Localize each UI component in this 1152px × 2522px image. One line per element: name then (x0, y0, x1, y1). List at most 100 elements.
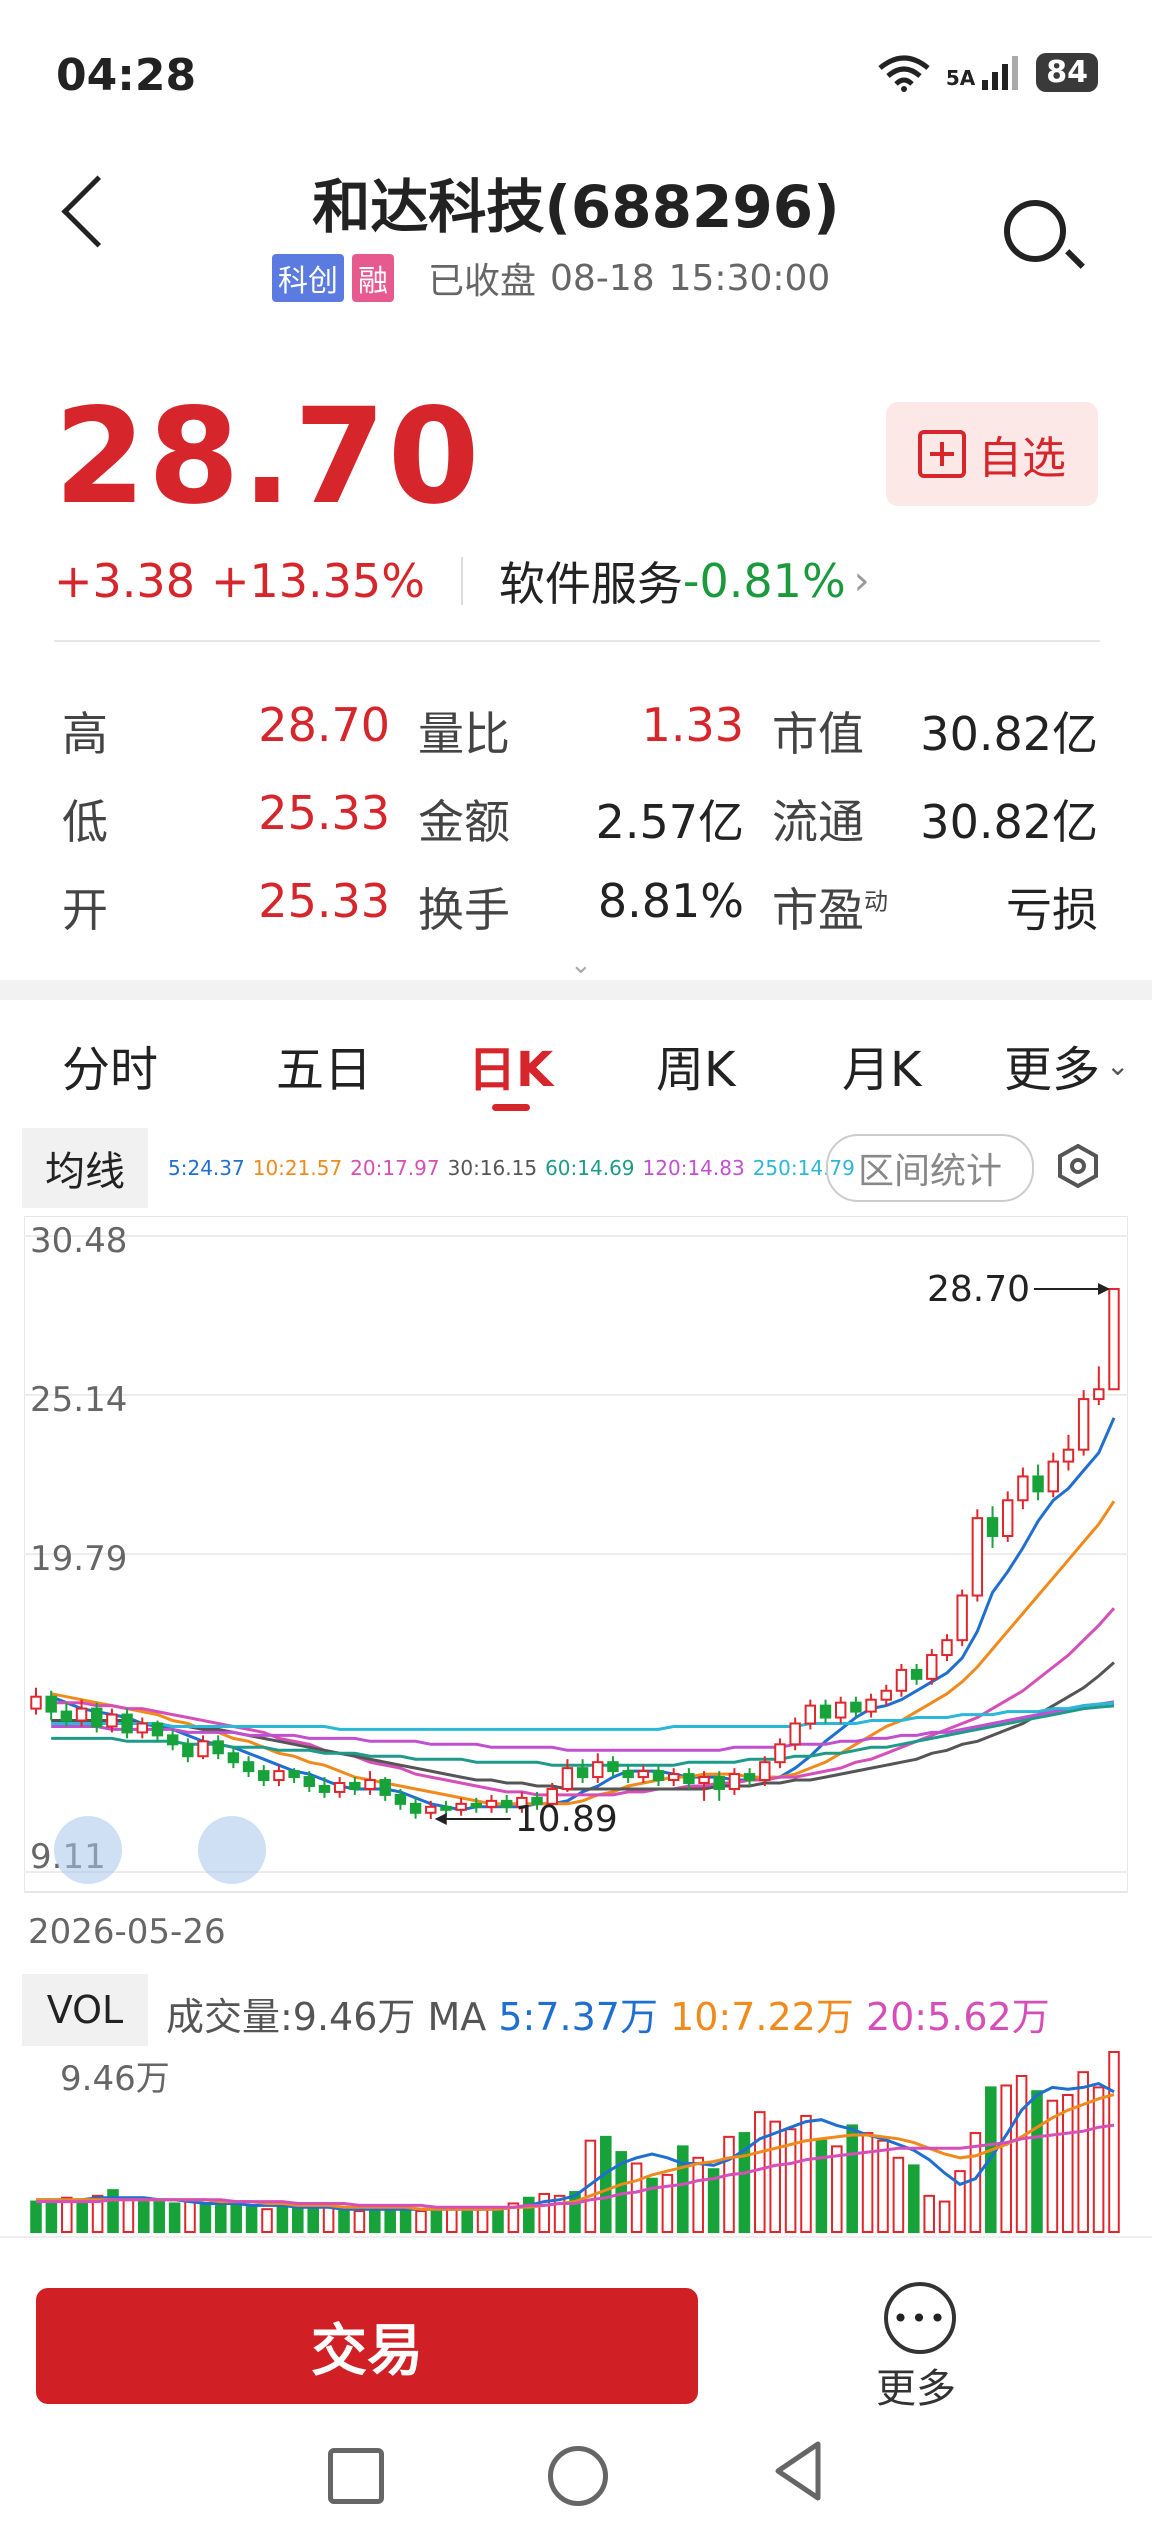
candle-up (789, 1722, 801, 1746)
volume-bar-up (1077, 2071, 1089, 2234)
y-tick-label: 30.48 (30, 1221, 127, 1261)
candle-up (197, 1740, 209, 1758)
volume-bar-up (754, 2111, 766, 2234)
candle-up (592, 1761, 604, 1779)
candle-up (698, 1776, 710, 1785)
sector-link[interactable]: 软件服务 -0.81% › (499, 548, 870, 614)
home-icon[interactable] (548, 2446, 608, 2506)
chevron-right-icon: › (853, 558, 870, 604)
ma-label[interactable]: 均线 (22, 1128, 148, 1208)
vol-info-prefix: 成交量:9.46万 MA (166, 1995, 487, 2039)
volume-bar-down (45, 2198, 58, 2233)
trade-button[interactable]: 交易 (36, 2288, 698, 2404)
volume-bar-up (877, 2139, 889, 2233)
tab-monthly-k[interactable]: 月K (842, 1030, 921, 1100)
stat-label-amount: 金额 (418, 795, 510, 849)
stat-value-turnover: 8.81% (597, 874, 744, 928)
candle-up (455, 1802, 467, 1811)
volume-bar-down (369, 2208, 381, 2234)
candle-up (364, 1779, 376, 1790)
kline-chart[interactable]: 30.4825.1419.799.1128.7010.89 (24, 1216, 1128, 1896)
candle-down (258, 1770, 270, 1782)
candle-down (349, 1782, 361, 1790)
volume-bar-down (846, 2124, 858, 2233)
volume-ma-ma5 (36, 2082, 1115, 2211)
volume-bar-up (415, 2210, 427, 2233)
more-label[interactable]: 更多 (876, 2356, 956, 2414)
candle-down (683, 1773, 695, 1785)
candle-down (409, 1802, 422, 1814)
candle-up (880, 1689, 892, 1701)
sector-change: -0.81% (682, 554, 846, 608)
volume-bar-up (322, 2206, 335, 2233)
volume-bar-down (230, 2204, 242, 2234)
y-tick-label: 25.14 (30, 1380, 127, 1420)
chevron-down-icon: ⌄ (1106, 1048, 1130, 1082)
candle-down (743, 1773, 756, 1782)
stat-label-turnover: 换手 (418, 883, 510, 937)
price-change-pct: +13.35% (210, 554, 425, 608)
section-separator (0, 980, 1152, 1000)
range-stats-button[interactable]: 区间统计 (826, 1134, 1034, 1202)
stat-value-float: 30.82亿 (920, 795, 1098, 849)
volume-bar-up (692, 2156, 704, 2233)
volume-bar-down (677, 2145, 689, 2233)
expand-chevron-icon[interactable]: ⌄ (570, 950, 592, 980)
candle-up (75, 1707, 88, 1722)
candle-up (1002, 1499, 1014, 1537)
candle-up (1077, 1398, 1090, 1451)
candle-down (713, 1776, 725, 1790)
ma-value-10: 10:21.57 (252, 1156, 343, 1180)
pe-label: 市盈 (772, 883, 864, 937)
ma-values: 5:24.37 10:21.57 20:17.97 30:16.15 60:14… (168, 1156, 855, 1180)
volume-bar-up (122, 2196, 135, 2234)
candle-up (941, 1639, 953, 1657)
back-nav-icon[interactable] (770, 2440, 826, 2504)
signal-icon (982, 56, 1019, 90)
volume-bar-down (461, 2210, 473, 2233)
volume-bar-up (800, 2114, 812, 2233)
tab-daily-k[interactable]: 日K (468, 1030, 553, 1100)
margin-tag: 融 (352, 254, 394, 302)
candle-up (425, 1805, 437, 1814)
settings-hexagon-icon[interactable] (1056, 1144, 1100, 1188)
volume-chart[interactable]: 9.46万 (24, 2050, 1128, 2236)
candle-up (637, 1770, 650, 1779)
tab-intraday[interactable]: 分时 (62, 1030, 158, 1100)
tab-weekly-k[interactable]: 周K (656, 1030, 735, 1100)
candle-down (151, 1722, 164, 1737)
volume-bar-up (861, 2132, 874, 2233)
volume-bar-down (168, 2202, 181, 2233)
candle-down (500, 1799, 513, 1808)
candle-down (379, 1779, 391, 1796)
candle-down (1032, 1475, 1044, 1493)
candle-up (1047, 1460, 1059, 1493)
vol-info: 成交量:9.46万 MA 5:7.37万 10:7.22万 20:5.62万 (166, 1986, 1050, 2041)
candle-up (1017, 1475, 1029, 1502)
divider-line (54, 640, 1100, 642)
tab-more[interactable]: 更多 ⌄ (1004, 1030, 1129, 1100)
candle-down (91, 1707, 103, 1728)
current-price: 28.70 (54, 380, 482, 534)
high-annotation-label: 28.70 (927, 1269, 1030, 1310)
candle-down (166, 1734, 179, 1746)
low-annotation-label: 10.89 (515, 1799, 618, 1840)
search-icon[interactable] (1004, 200, 1066, 262)
tab-five-day[interactable]: 五日 (276, 1030, 372, 1100)
stat-value-open: 25.33 (258, 874, 390, 928)
chart-start-date: 2026-05-26 (28, 1912, 226, 1952)
volume-bar-down (908, 2164, 920, 2233)
candle-up (106, 1713, 118, 1728)
recent-apps-icon[interactable] (328, 2448, 384, 2504)
volume-bar-up (630, 2162, 643, 2233)
add-watchlist-button[interactable]: 自选 (886, 402, 1098, 506)
scroll-left-bubble-icon[interactable] (54, 1816, 122, 1884)
candle-up (728, 1773, 741, 1790)
volume-bar-down (276, 2204, 289, 2234)
volume-bar-up (1000, 2084, 1012, 2233)
more-icon[interactable]: ••• (884, 2282, 956, 2354)
volume-bar-down (30, 2200, 42, 2234)
zoom-toggle-bubble-icon[interactable] (198, 1816, 266, 1884)
vol-label[interactable]: VOL (22, 1974, 148, 2046)
candle-up (485, 1799, 498, 1808)
